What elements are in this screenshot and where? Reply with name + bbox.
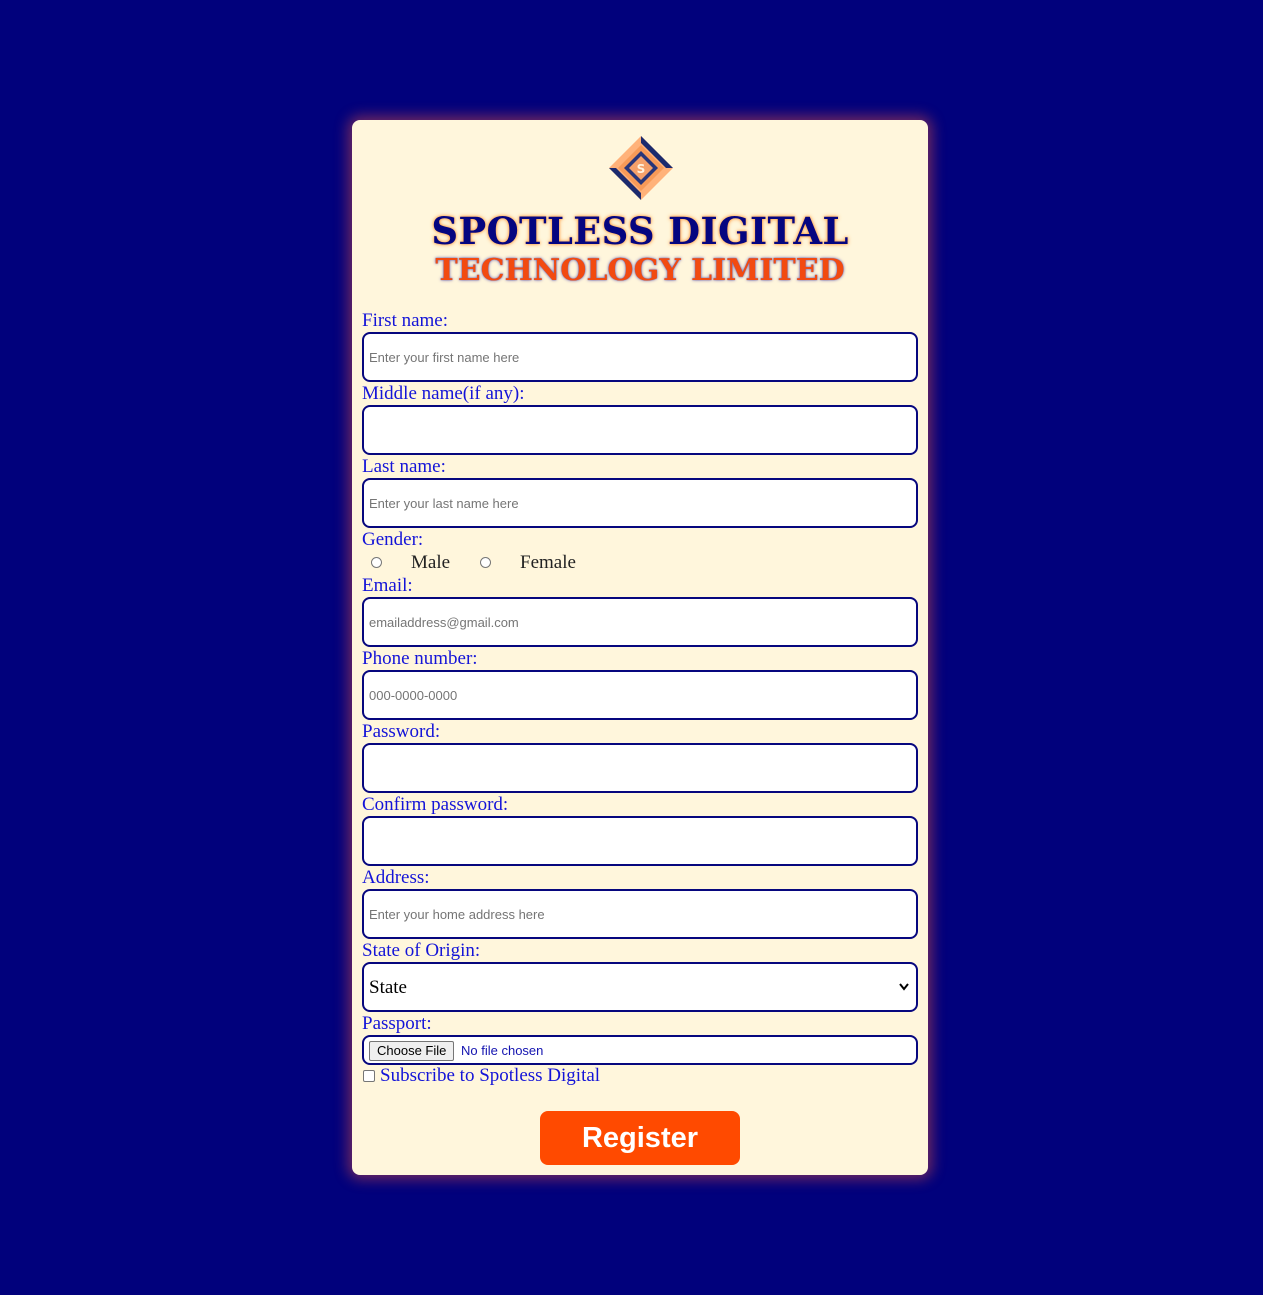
svg-text:S: S — [637, 162, 646, 176]
state-label: State of Origin: — [362, 940, 481, 961]
gender-radio-group: Male Female — [362, 552, 662, 574]
email-input[interactable] — [362, 597, 918, 647]
gender-female-radio[interactable] — [480, 557, 491, 568]
file-status-text: No file chosen — [461, 1043, 544, 1058]
register-button[interactable]: Register — [540, 1111, 740, 1165]
choose-file-button[interactable]: Choose File — [369, 1041, 455, 1061]
middle-name-label: Middle name(if any): — [362, 383, 525, 404]
passport-label: Passport: — [362, 1013, 432, 1034]
gender-label: Gender: — [362, 529, 424, 550]
phone-input[interactable] — [362, 670, 918, 720]
password-input[interactable] — [362, 743, 918, 793]
brand-name-line2: TECHNOLOGY LIMITED — [435, 253, 845, 288]
confirm-password-input[interactable] — [362, 816, 918, 866]
address-label: Address: — [362, 867, 430, 888]
brand-name-line1: SPOTLESS DIGITAL — [431, 209, 849, 253]
phone-label: Phone number: — [362, 648, 478, 669]
password-label: Password: — [362, 721, 441, 742]
passport-file-input: Choose File No file chosen — [362, 1035, 918, 1065]
last-name-label: Last name: — [362, 456, 446, 477]
subscribe-label: Subscribe to Spotless Digital — [380, 1065, 601, 1086]
subscribe-checkbox[interactable] — [363, 1070, 375, 1082]
last-name-input[interactable] — [362, 478, 918, 528]
chevron-down-icon — [899, 983, 909, 991]
state-select-value: State — [369, 977, 407, 998]
middle-name-input[interactable] — [362, 405, 918, 455]
confirm-password-label: Confirm password: — [362, 794, 509, 815]
registration-card: S SPOTLESS DIGITAL TECHNOLOGY LIMITED Fi… — [352, 120, 928, 1175]
gender-female-label: Female — [520, 552, 576, 573]
address-input[interactable] — [362, 889, 918, 939]
first-name-input[interactable] — [362, 332, 918, 382]
state-select[interactable]: State — [362, 962, 918, 1012]
gender-male-label: Male — [411, 552, 451, 573]
email-label: Email: — [362, 575, 413, 596]
subscribe-row: Subscribe to Spotless Digital — [362, 1065, 762, 1087]
gender-male-radio[interactable] — [371, 557, 382, 568]
company-logo-icon: S — [609, 136, 673, 200]
first-name-label: First name: — [362, 310, 449, 331]
